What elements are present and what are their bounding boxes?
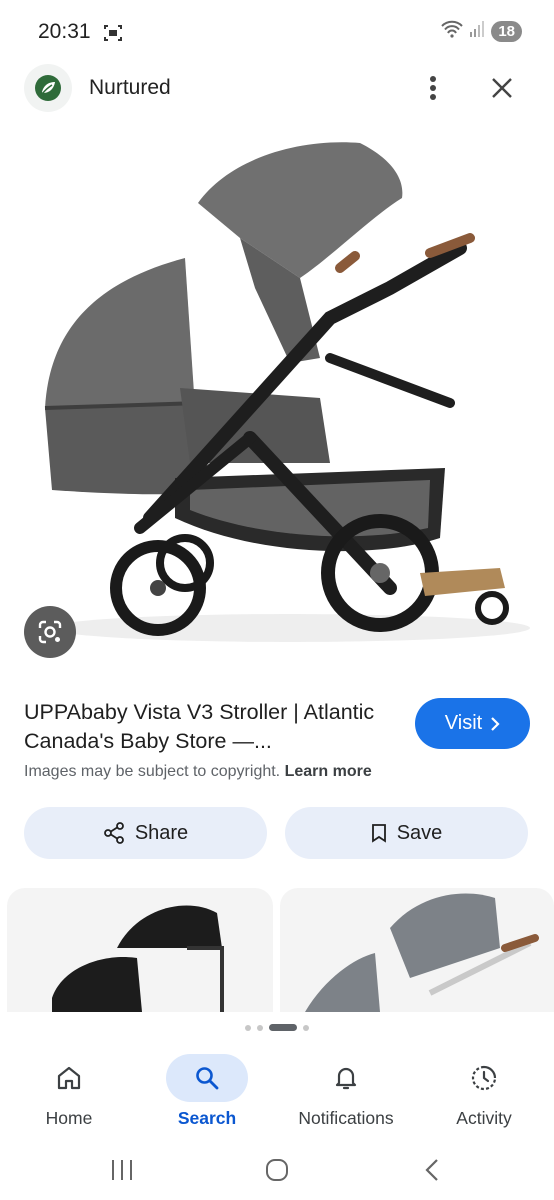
- activity-icon-container: [443, 1054, 525, 1102]
- carousel-indicator: [0, 1024, 554, 1031]
- share-icon: [103, 822, 124, 844]
- nav-search[interactable]: Search: [147, 1048, 267, 1129]
- home-icon: [57, 1066, 81, 1090]
- nav-activity[interactable]: Activity: [424, 1048, 544, 1129]
- carousel-dot: [303, 1024, 309, 1031]
- visit-button[interactable]: Visit: [415, 698, 530, 749]
- nav-search-label: Search: [177, 1108, 237, 1128]
- share-label: Share: [134, 821, 189, 844]
- status-bar: 20:31 18: [0, 0, 554, 62]
- carousel-dot: [245, 1024, 251, 1031]
- carousel-dot-active: [269, 1024, 297, 1031]
- bell-icon-container: [305, 1054, 387, 1102]
- recent-apps-button[interactable]: [102, 1150, 142, 1190]
- activity-icon: [471, 1065, 497, 1091]
- screenshot-icon: [103, 23, 123, 48]
- nav-activity-label: Activity: [456, 1108, 512, 1128]
- nav-notifications[interactable]: Notifications: [285, 1048, 407, 1129]
- search-icon: [196, 1067, 219, 1090]
- visit-label: Visit: [444, 712, 483, 734]
- related-stroller-grey-image: [305, 893, 539, 1012]
- google-lens-icon: [38, 620, 62, 644]
- nav-home[interactable]: Home: [9, 1048, 129, 1129]
- status-time: 20:31: [38, 20, 91, 43]
- more-options-button[interactable]: [418, 68, 448, 108]
- system-navigation-bar: [0, 1140, 554, 1200]
- close-icon: [492, 78, 512, 98]
- home-icon-container: [28, 1054, 110, 1102]
- close-button[interactable]: [484, 70, 520, 106]
- wifi-icon: [441, 20, 464, 43]
- carousel-dot: [257, 1024, 263, 1031]
- search-icon-container: [166, 1054, 248, 1102]
- stroller-image: [44, 142, 530, 642]
- result-image[interactable]: [0, 118, 554, 678]
- lens-search-button[interactable]: [24, 606, 76, 658]
- copyright-notice: Images may be subject to copyright. Lear…: [24, 763, 372, 781]
- home-circle-icon: [266, 1159, 288, 1181]
- back-button[interactable]: [412, 1150, 452, 1190]
- more-vert-icon: [430, 76, 436, 100]
- result-title[interactable]: UPPAbaby Vista V3 Stroller | Atlantic Ca…: [24, 698, 394, 756]
- related-stroller-black-image: [52, 905, 224, 1012]
- nav-notifications-label: Notifications: [298, 1108, 394, 1128]
- site-name: Nurtured: [89, 76, 171, 99]
- recent-apps-icon: [112, 1160, 132, 1180]
- home-system-button[interactable]: [257, 1150, 297, 1190]
- bookmark-icon: [371, 824, 386, 843]
- signal-icon: [469, 20, 485, 43]
- save-label: Save: [396, 821, 443, 844]
- save-button[interactable]: Save: [285, 807, 528, 859]
- back-icon: [425, 1159, 438, 1181]
- share-button[interactable]: Share: [24, 807, 267, 859]
- learn-more-link[interactable]: Learn more: [285, 763, 372, 780]
- related-image-card[interactable]: [7, 888, 273, 1012]
- chevron-right-icon: [491, 716, 500, 731]
- site-logo: [24, 64, 72, 112]
- nav-home-label: Home: [45, 1108, 93, 1128]
- battery-indicator: 18: [491, 21, 522, 42]
- copyright-text: Images may be subject to copyright.: [24, 763, 281, 780]
- result-header: Nurtured: [0, 62, 554, 118]
- bell-icon: [335, 1067, 357, 1090]
- related-image-card[interactable]: [280, 888, 554, 1012]
- bottom-navigation: Home Search Notifications Activity: [0, 1048, 554, 1140]
